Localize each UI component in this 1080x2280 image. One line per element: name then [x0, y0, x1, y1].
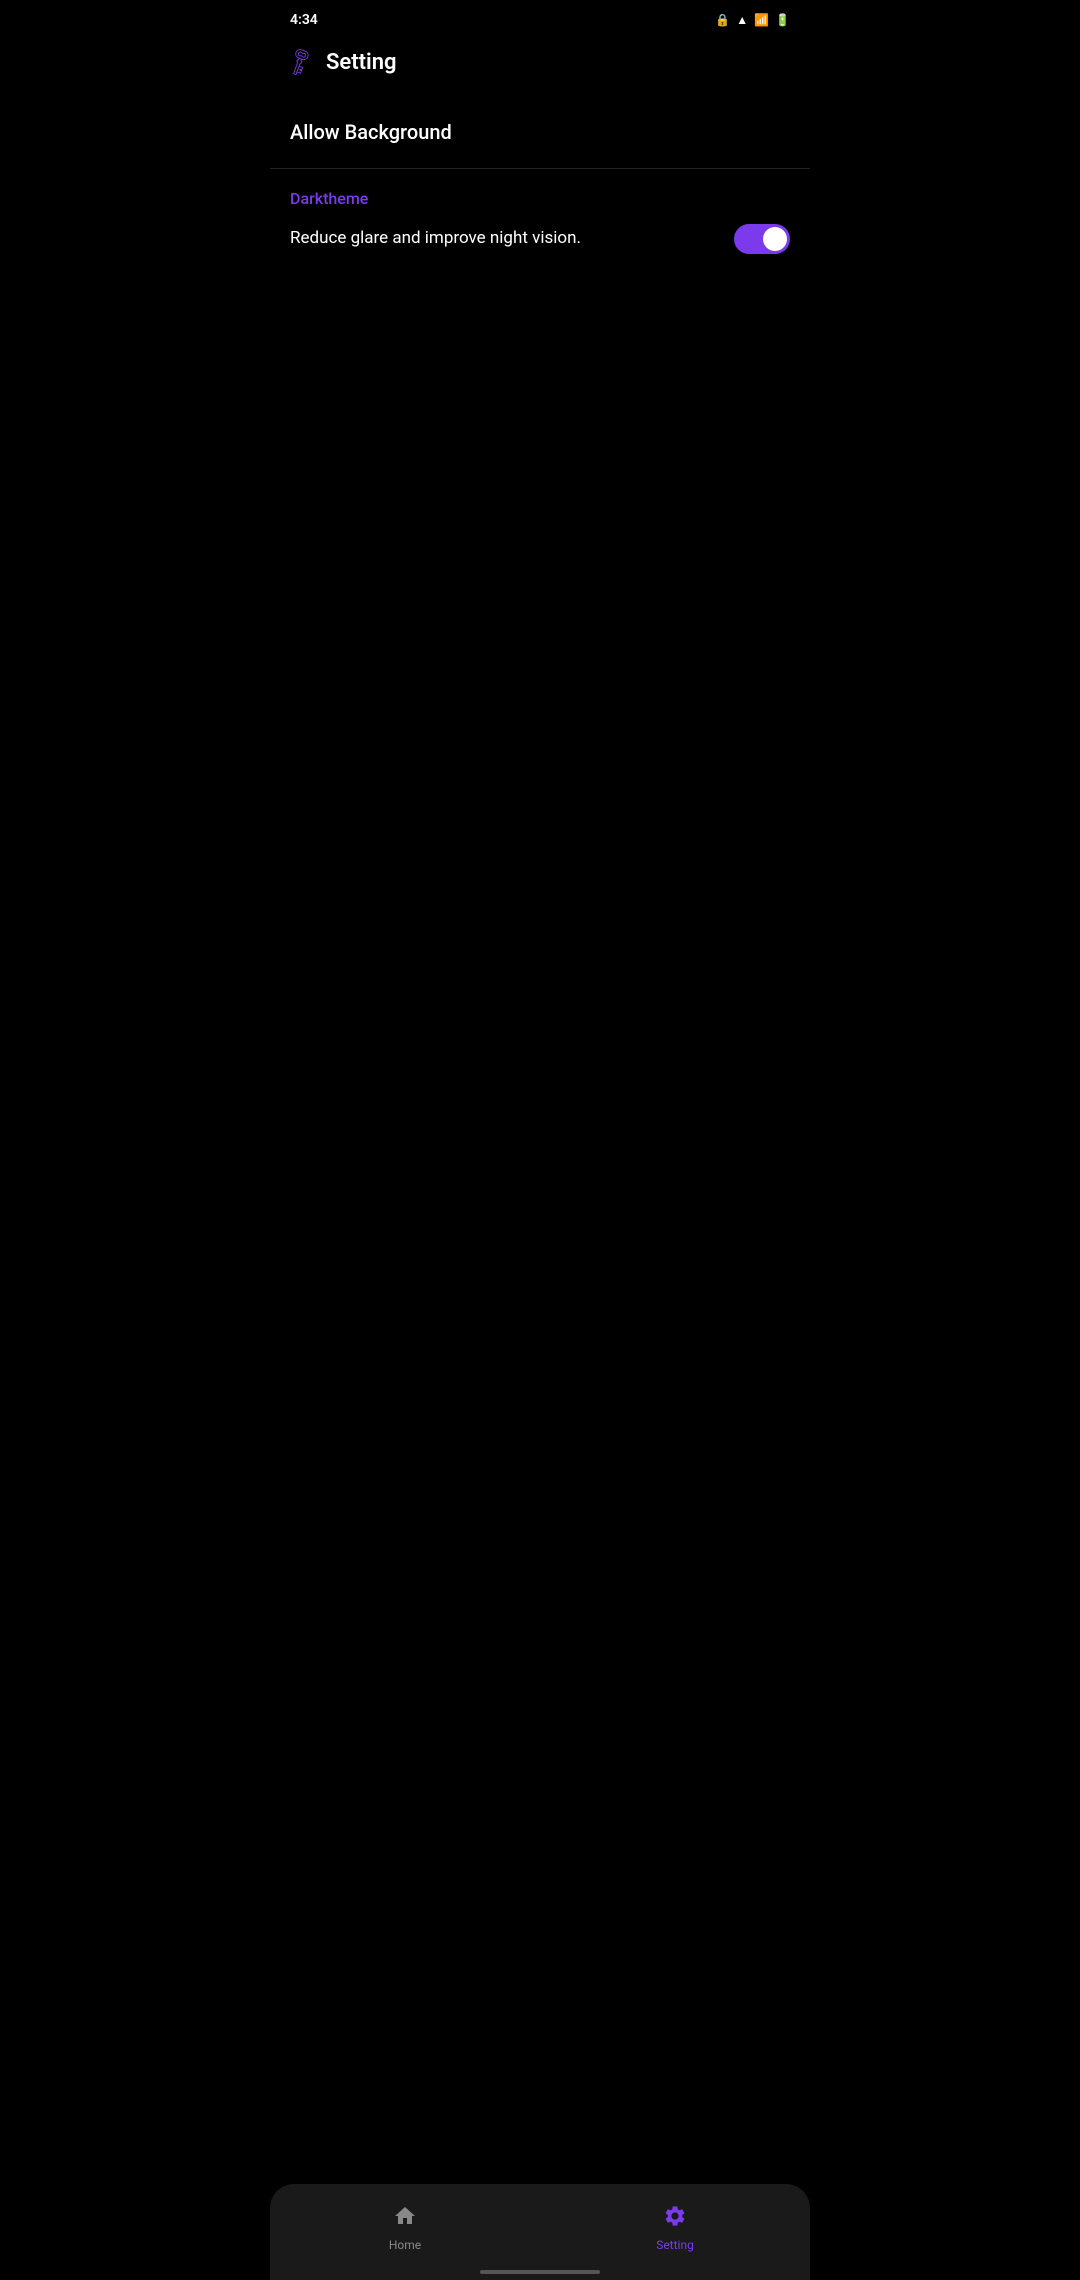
darktheme-toggle-slider[interactable]: [734, 224, 790, 254]
darktheme-toggle[interactable]: [734, 224, 790, 254]
lock-status-icon: 🔒: [715, 13, 730, 27]
allow-background-label: Allow Background: [290, 120, 452, 144]
signal-icon: 📶: [754, 13, 769, 27]
darktheme-category-label: Darktheme: [290, 189, 790, 208]
status-icons: 🔒 ▲ 📶 🔋: [715, 13, 790, 27]
darktheme-section: Darktheme Reduce glare and improve night…: [270, 169, 810, 278]
bottom-navigation: Home Setting: [270, 2184, 810, 2280]
wifi-icon: ▲: [736, 13, 748, 27]
battery-icon: 🔋: [775, 13, 790, 27]
setting-nav-icon: [663, 2204, 687, 2234]
header-key-icon: 🗝: [286, 48, 314, 76]
nav-item-setting[interactable]: Setting: [540, 2196, 810, 2260]
status-time: 4:34: [290, 12, 318, 28]
nav-item-home[interactable]: Home: [270, 2196, 540, 2260]
setting-nav-label: Setting: [656, 2238, 694, 2252]
page-title: Setting: [326, 50, 397, 75]
home-indicator: [480, 2270, 600, 2274]
key-icon: 🗝: [282, 44, 319, 80]
home-icon: [393, 2204, 417, 2234]
status-bar: 4:34 🔒 ▲ 📶 🔋: [270, 0, 810, 36]
allow-background-section: Allow Background: [270, 100, 810, 169]
settings-content: Allow Background Darktheme Reduce glare …: [270, 92, 810, 286]
app-header: 🗝 Setting: [270, 36, 810, 92]
darktheme-description: Reduce glare and improve night vision.: [290, 227, 718, 251]
darktheme-setting-row: Reduce glare and improve night vision.: [290, 224, 790, 254]
home-nav-label: Home: [389, 2238, 421, 2252]
